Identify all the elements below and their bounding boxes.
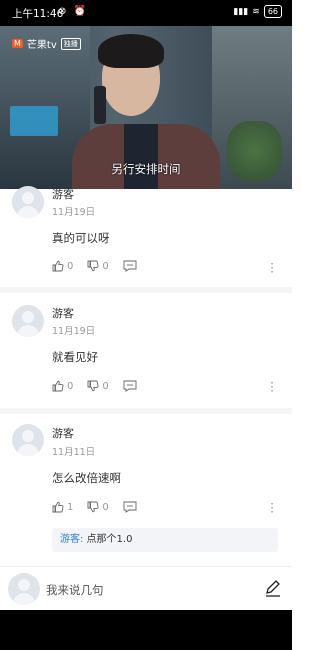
comment-icon	[123, 501, 137, 513]
my-avatar	[8, 573, 40, 605]
comment-text: 就看见好	[52, 350, 98, 364]
like-button[interactable]: 0	[52, 380, 73, 392]
brand-logo: M 芒果tv 独播	[12, 36, 81, 51]
comment-actions: 0 0	[52, 260, 151, 272]
comment-username[interactable]: 游客	[52, 305, 74, 321]
dislike-count: 0	[102, 380, 109, 392]
dislike-count: 0	[102, 260, 109, 272]
video-subtitle: 另行安排时间	[111, 162, 181, 176]
reply-button[interactable]	[123, 260, 137, 272]
comment-date: 11月19日	[52, 326, 96, 337]
brand-name: 芒果tv	[26, 40, 57, 51]
comment-item: 游客 11月19日 就看见好 0 0 · · ·	[0, 293, 292, 408]
thumb-up-icon	[52, 260, 64, 272]
reply-text: 点那个1.0	[83, 534, 133, 545]
more-vert-icon[interactable]: · · ·	[270, 258, 274, 278]
avatar[interactable]	[12, 186, 44, 218]
comment-icon	[123, 380, 137, 392]
like-count: 0	[67, 260, 74, 272]
comment-input[interactable]: 我来说几句	[46, 582, 104, 598]
dislike-button[interactable]: 0	[87, 380, 109, 392]
comment-input-bar: 我来说几句	[0, 566, 292, 611]
comment-text: 怎么改倍速啊	[52, 471, 121, 485]
dislike-count: 0	[102, 501, 109, 513]
reply-button[interactable]	[123, 380, 137, 392]
pen-icon[interactable]	[264, 579, 282, 597]
alarm-icon: ⊗ ⏰	[58, 6, 89, 17]
like-count: 1	[67, 501, 74, 513]
reply-button[interactable]	[123, 501, 137, 513]
avatar[interactable]	[12, 305, 44, 337]
comment-item: 游客 11月11日 怎么改倍速啊 1 0 · · · 游客: 点那个1.0	[0, 414, 292, 564]
comment-item: 游客 11月19日 真的可以呀 0 0 · · ·	[0, 180, 292, 290]
mango-icon: M	[12, 39, 23, 48]
more-vert-icon[interactable]: · · ·	[270, 498, 274, 518]
status-icons: ▮▮▮ ≋ 66	[233, 5, 282, 18]
comment-text: 真的可以呀	[52, 231, 110, 245]
status-time: 上午11:46	[12, 8, 64, 20]
system-nav-bar	[0, 610, 292, 650]
comment-username[interactable]: 游客	[52, 425, 74, 441]
avatar[interactable]	[12, 424, 44, 456]
comment-icon	[123, 260, 137, 272]
video-player[interactable]: M 芒果tv 独播 另行安排时间	[0, 26, 292, 189]
thumb-down-icon	[87, 380, 99, 392]
exclusive-badge: 独播	[60, 37, 81, 50]
thumb-down-icon	[87, 260, 99, 272]
reply-preview[interactable]: 游客: 点那个1.0	[52, 528, 278, 552]
comment-actions: 0 0	[52, 380, 151, 392]
like-count: 0	[67, 380, 74, 392]
like-button[interactable]: 0	[52, 260, 73, 272]
like-button[interactable]: 1	[52, 501, 73, 513]
status-bar: 上午11:46 ⊗ ⏰ ▮▮▮ ≋ 66	[0, 0, 292, 26]
signal-icon: ▮▮▮	[233, 6, 249, 17]
thumb-up-icon	[52, 380, 64, 392]
thumb-up-icon	[52, 501, 64, 513]
more-vert-icon[interactable]: · · ·	[270, 377, 274, 397]
comment-username[interactable]: 游客	[52, 186, 74, 202]
dislike-button[interactable]: 0	[87, 501, 109, 513]
battery-icon: 66	[263, 5, 282, 18]
comment-date: 11月11日	[52, 447, 96, 458]
comment-actions: 1 0	[52, 501, 151, 513]
comment-date: 11月19日	[52, 207, 96, 218]
thumb-down-icon	[87, 501, 99, 513]
video-bg-screen	[10, 106, 58, 136]
reply-username[interactable]: 游客:	[60, 534, 83, 545]
dislike-button[interactable]: 0	[87, 260, 109, 272]
wifi-icon: ≋	[252, 6, 260, 17]
